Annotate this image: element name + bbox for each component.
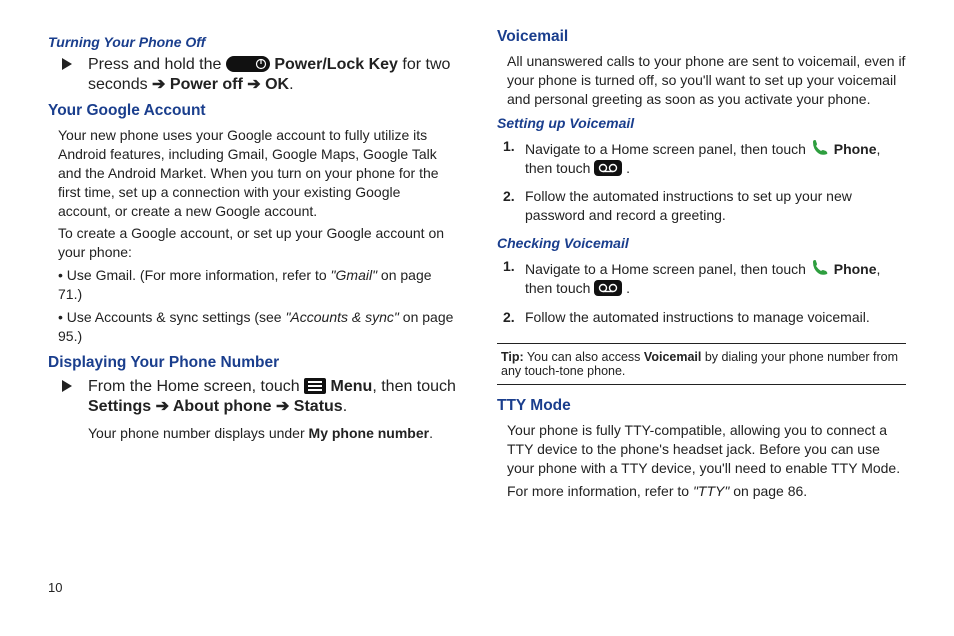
voicemail-icon bbox=[594, 160, 622, 176]
paragraph: For more information, refer to "TTY" on … bbox=[497, 482, 906, 501]
phone-icon bbox=[810, 257, 830, 277]
tip-box: Tip: You can also access Voicemail by di… bbox=[497, 343, 906, 385]
text: For more information, refer to bbox=[507, 483, 693, 499]
triangle-bullet-icon bbox=[62, 380, 72, 392]
list-item: 1. Navigate to a Home screen panel, then… bbox=[525, 257, 906, 298]
list-item: Use Gmail. (For more information, refer … bbox=[58, 266, 457, 304]
text: You can also access bbox=[524, 350, 644, 364]
bullet-list: Use Gmail. (For more information, refer … bbox=[48, 266, 457, 346]
heading-turning-off: Turning Your Phone Off bbox=[48, 34, 457, 50]
text: Navigate to a Home screen panel, then to… bbox=[525, 141, 810, 157]
phone-icon bbox=[810, 137, 830, 157]
step-number: 2. bbox=[503, 308, 515, 327]
text: From the Home screen, touch bbox=[88, 378, 304, 395]
text: Use Gmail. (For more information, refer … bbox=[67, 267, 331, 283]
label-power-off: Power off bbox=[170, 76, 243, 93]
heading-check-voicemail: Checking Voicemail bbox=[497, 235, 906, 251]
heading-tty-mode: TTY Mode bbox=[497, 397, 906, 415]
reference: "Gmail" bbox=[331, 267, 378, 283]
label-power-lock-key: Power/Lock Key bbox=[274, 56, 398, 73]
reference: "TTY" bbox=[693, 483, 729, 499]
step-number: 1. bbox=[503, 257, 515, 276]
reference: "Accounts & sync" bbox=[285, 309, 398, 325]
label-phone: Phone bbox=[834, 261, 877, 277]
heading-google-account: Your Google Account bbox=[48, 102, 457, 120]
text: Press and hold the bbox=[88, 56, 226, 73]
arrow-icon bbox=[156, 398, 173, 415]
label-ok: OK bbox=[265, 76, 289, 93]
heading-voicemail: Voicemail bbox=[497, 28, 906, 46]
paragraph: Your new phone uses your Google account … bbox=[48, 126, 457, 220]
step-number: 1. bbox=[503, 137, 515, 156]
page-content: Turning Your Phone Off Press and hold th… bbox=[0, 0, 954, 580]
list-item: Use Accounts & sync settings (see "Accou… bbox=[58, 308, 457, 346]
label-my-phone-number: My phone number bbox=[309, 425, 430, 441]
label-menu: Menu bbox=[331, 378, 373, 395]
list-item: 2. Follow the automated instructions to … bbox=[525, 308, 906, 327]
text: , then touch bbox=[372, 378, 456, 395]
arrow-icon bbox=[276, 398, 294, 415]
text: . bbox=[622, 280, 630, 296]
label-status: Status bbox=[294, 398, 343, 415]
arrow-icon bbox=[152, 76, 170, 93]
list-item: 1. Navigate to a Home screen panel, then… bbox=[525, 137, 906, 178]
step-power-off: Press and hold the Power/Lock Key for tw… bbox=[48, 56, 457, 94]
text: . bbox=[289, 76, 293, 93]
paragraph: All unanswered calls to your phone are s… bbox=[497, 52, 906, 109]
text: Use Accounts & sync settings (see bbox=[67, 309, 286, 325]
paragraph: Your phone is fully TTY-compatible, allo… bbox=[497, 421, 906, 478]
menu-icon bbox=[304, 378, 326, 394]
list-item: 2. Follow the automated instructions to … bbox=[525, 187, 906, 225]
triangle-bullet-icon bbox=[62, 58, 72, 70]
text: Navigate to a Home screen panel, then to… bbox=[525, 261, 810, 277]
tip-label: Tip: bbox=[501, 350, 524, 364]
right-column: Voicemail All unanswered calls to your p… bbox=[497, 28, 906, 570]
label-phone: Phone bbox=[834, 141, 877, 157]
paragraph: To create a Google account, or set up yo… bbox=[48, 224, 457, 262]
page-number: 10 bbox=[0, 580, 954, 595]
text: Your phone number displays under bbox=[88, 425, 309, 441]
heading-display-number: Displaying Your Phone Number bbox=[48, 354, 457, 372]
text: . bbox=[429, 425, 433, 441]
label-settings: Settings bbox=[88, 398, 151, 415]
label-voicemail: Voicemail bbox=[644, 350, 701, 364]
arrow-icon bbox=[247, 76, 265, 93]
text: on page 86. bbox=[729, 483, 807, 499]
step-display-number: From the Home screen, touch Menu, then t… bbox=[48, 378, 457, 443]
left-column: Turning Your Phone Off Press and hold th… bbox=[48, 28, 457, 570]
text: Follow the automated instructions to man… bbox=[525, 309, 870, 325]
voicemail-icon bbox=[594, 280, 622, 296]
heading-setup-voicemail: Setting up Voicemail bbox=[497, 115, 906, 131]
step-number: 2. bbox=[503, 187, 515, 206]
text: Follow the automated instructions to set… bbox=[525, 188, 852, 223]
ordered-list: 1. Navigate to a Home screen panel, then… bbox=[497, 257, 906, 327]
power-key-icon bbox=[226, 56, 270, 72]
text: . bbox=[343, 398, 347, 415]
text: . bbox=[622, 160, 630, 176]
label-about-phone: About phone bbox=[173, 398, 272, 415]
ordered-list: 1. Navigate to a Home screen panel, then… bbox=[497, 137, 906, 226]
paragraph: Your phone number displays under My phon… bbox=[88, 424, 457, 443]
